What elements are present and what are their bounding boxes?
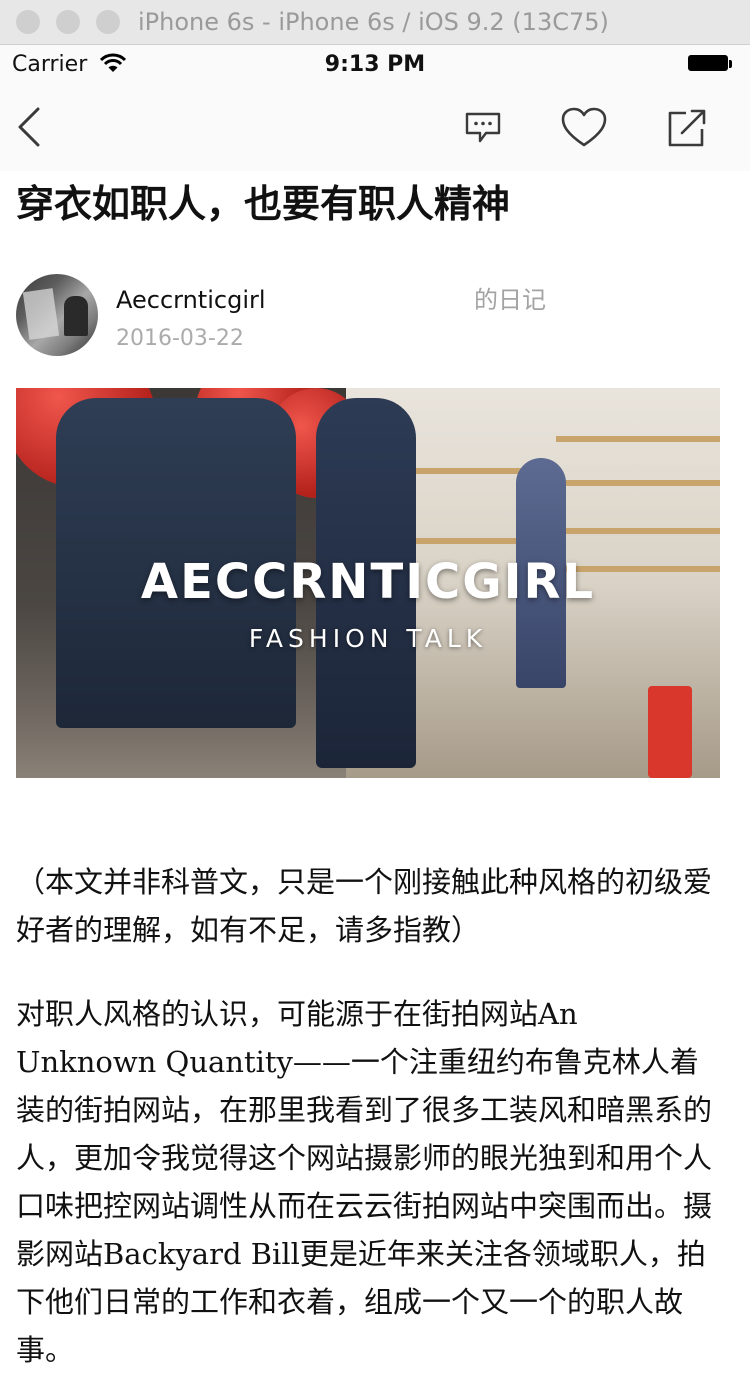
- diary-label: 的日记: [474, 286, 546, 314]
- window-minimize-button[interactable]: [56, 10, 80, 34]
- article-paragraph: 对职人风格的认识，可能源于在街拍网站An Unknown Quantity——一…: [16, 997, 713, 1367]
- cover-headline: AECCRNTICGIRL: [140, 554, 596, 610]
- window-zoom-button[interactable]: [96, 10, 120, 34]
- cover-subhead: FASHION TALK: [248, 624, 488, 653]
- chevron-left-icon[interactable]: [14, 105, 44, 149]
- battery-icon: [688, 55, 734, 75]
- cover-shelf: [556, 480, 720, 486]
- cover-shelf: [556, 528, 720, 534]
- author-name[interactable]: Aeccrnticgirl: [116, 284, 266, 316]
- post-date: 2016-03-22: [116, 326, 244, 351]
- heart-icon[interactable]: [561, 107, 607, 149]
- simulator-title-bar: iPhone 6s - iPhone 6s / iOS 9.2 (13C75): [0, 0, 750, 45]
- article-paragraph: （本文并非科普文，只是一个刚接触此种风格的初级爱好者的理解，如有不足，请多指教）: [16, 865, 713, 947]
- navigation-bar: [0, 85, 750, 171]
- author-avatar[interactable]: [16, 274, 98, 356]
- cover-image[interactable]: AECCRNTICGIRL FASHION TALK: [16, 388, 720, 778]
- window-title: iPhone 6s - iPhone 6s / iOS 9.2 (13C75): [138, 8, 609, 36]
- comment-icon[interactable]: [464, 111, 502, 145]
- window-close-button[interactable]: [16, 10, 40, 34]
- cover-red-bin: [648, 686, 692, 778]
- cover-shelf: [556, 436, 720, 442]
- article-title: 穿衣如职人，也要有职人精神: [16, 182, 511, 226]
- status-bar: Carrier 9:13 PM: [0, 45, 750, 85]
- status-time: 9:13 PM: [324, 52, 426, 77]
- share-icon[interactable]: [666, 107, 708, 149]
